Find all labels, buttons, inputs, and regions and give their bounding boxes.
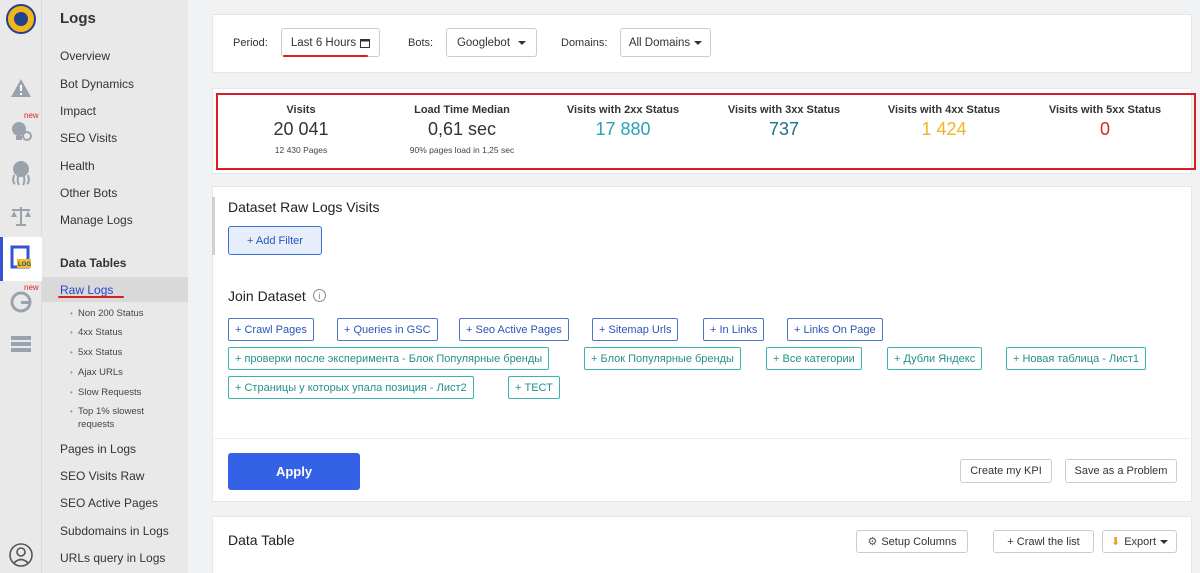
- bulb-gear-icon[interactable]: [0, 119, 42, 143]
- gear-icon: ⚙: [867, 536, 878, 548]
- join-tag-custom[interactable]: + проверки после эксперимента - Блок Поп…: [228, 347, 550, 370]
- join-tag-custom[interactable]: + Все категории: [766, 347, 862, 370]
- sidebar-item-other-bots[interactable]: Other Bots: [60, 186, 117, 200]
- octopus-icon[interactable]: [0, 160, 42, 186]
- kpi-highlight-box: Visits 20 041 12 430 Pages Load Time Med…: [216, 93, 1196, 170]
- sidebar-title: Logs: [60, 10, 96, 27]
- setup-columns-button[interactable]: ⚙ Setup Columns: [856, 530, 968, 553]
- kpi-title: Load Time Median: [414, 104, 510, 116]
- sidebar-subitem-ajax[interactable]: Ajax URLs: [70, 366, 123, 379]
- join-tag-custom[interactable]: + Страницы у которых упала позиция - Лис…: [228, 376, 474, 399]
- dataset-accent-bar: [212, 197, 215, 255]
- bots-label: Bots:: [408, 37, 434, 49]
- bots-select[interactable]: Googlebot: [446, 28, 537, 57]
- chevron-down-icon: [1160, 539, 1168, 544]
- join-dataset-title: Join Dataset: [228, 288, 306, 304]
- kpi-value: 0,61 sec: [427, 119, 497, 139]
- join-tag-custom[interactable]: + ТЕСТ: [508, 376, 560, 399]
- annotation-underline-period: [283, 55, 368, 57]
- kpi-value: 0: [1099, 119, 1110, 139]
- sidebar-item-seo-active-pages[interactable]: SEO Active Pages: [60, 496, 158, 510]
- apply-button[interactable]: Apply: [228, 453, 360, 490]
- app-logo-icon[interactable]: [0, 4, 42, 34]
- sidebar-item-health[interactable]: Health: [60, 159, 95, 173]
- kpi-value: 1 424: [921, 119, 967, 139]
- sidebar-item-pages-in-logs[interactable]: Pages in Logs: [60, 442, 136, 456]
- sidebar-item-overview[interactable]: Overview: [60, 49, 110, 63]
- join-tag-links-on-page[interactable]: + Links On Page: [787, 318, 883, 341]
- domains-value: All Domains: [628, 36, 691, 49]
- kpi-sub: 12 430 Pages: [274, 145, 328, 155]
- period-select[interactable]: Last 6 Hours: [281, 28, 380, 57]
- export-button[interactable]: ⬇ Export: [1102, 530, 1177, 553]
- period-label: Period:: [233, 37, 268, 49]
- sidebar-subitem-4xx[interactable]: 4xx Status: [70, 326, 122, 339]
- sidebar-subitem-slow[interactable]: Slow Requests: [70, 386, 141, 399]
- add-filter-button[interactable]: + Add Filter: [228, 226, 322, 255]
- sidebar-subitem-non-200[interactable]: Non 200 Status: [70, 307, 143, 320]
- kpi-title: Visits with 2xx Status: [566, 104, 680, 116]
- kpi-title: Visits with 4xx Status: [887, 104, 1001, 116]
- join-tag-custom[interactable]: + Блок Популярные бренды: [584, 347, 741, 370]
- info-icon[interactable]: i: [313, 289, 326, 302]
- join-tag-in-links[interactable]: + In Links: [703, 318, 765, 341]
- sidebar-subitem-5xx[interactable]: 5xx Status: [70, 346, 122, 359]
- kpi-value: 20 041: [273, 119, 329, 139]
- sidebar-item-impact[interactable]: Impact: [60, 104, 96, 118]
- sidebar-item-raw-logs[interactable]: Raw Logs: [60, 283, 113, 297]
- bots-value: Googlebot: [456, 36, 511, 49]
- chevron-down-icon: [518, 40, 527, 45]
- data-table-title: Data Table: [228, 532, 295, 548]
- join-tag-crawl-pages[interactable]: + Crawl Pages: [228, 318, 314, 341]
- join-tag-sitemap-urls[interactable]: + Sitemap Urls: [592, 318, 679, 341]
- icon-rail: new LOG new: [0, 0, 42, 573]
- sidebar-subitem-top-slowest[interactable]: Top 1% slowest requests: [70, 405, 158, 431]
- user-avatar-icon[interactable]: [0, 543, 42, 567]
- scales-icon[interactable]: [0, 205, 42, 227]
- sidebar-item-bot-dynamics[interactable]: Bot Dynamics: [60, 77, 134, 91]
- sidebar-item-subdomains[interactable]: Subdomains in Logs: [60, 524, 169, 538]
- logs-icon[interactable]: LOG: [0, 245, 42, 271]
- sidebar: Logs Overview Bot Dynamics Impact SEO Vi…: [42, 0, 188, 573]
- domains-select[interactable]: All Domains: [620, 28, 711, 57]
- kpi-sub: 90% pages load in 1,25 sec: [409, 145, 515, 155]
- sidebar-item-manage-logs[interactable]: Manage Logs: [60, 213, 133, 227]
- join-tag-queries-gsc[interactable]: + Queries in GSC: [337, 318, 438, 341]
- chevron-down-icon: [694, 40, 703, 45]
- dataset-title: Dataset Raw Logs Visits: [228, 199, 380, 215]
- sidebar-heading-data-tables: Data Tables: [60, 256, 127, 270]
- google-icon[interactable]: [0, 291, 42, 313]
- svg-text:LOG: LOG: [18, 262, 31, 268]
- create-kpi-button[interactable]: Create my KPI: [960, 459, 1052, 483]
- save-problem-button[interactable]: Save as a Problem: [1065, 459, 1177, 483]
- calendar-icon: [360, 38, 371, 48]
- kpi-title: Visits: [286, 104, 316, 116]
- sidebar-item-seo-visits[interactable]: SEO Visits: [60, 131, 117, 145]
- sidebar-item-seo-visits-raw[interactable]: SEO Visits Raw: [60, 469, 144, 483]
- sidebar-item-urls-query[interactable]: URLs query in Logs: [60, 551, 165, 565]
- domains-label: Domains:: [561, 37, 608, 49]
- divider: [213, 438, 1192, 439]
- kpi-title: Visits with 5xx Status: [1048, 104, 1162, 116]
- setup-columns-label: Setup Columns: [881, 535, 957, 548]
- annotation-underline: [58, 296, 124, 298]
- join-tag-custom[interactable]: + Новая таблица - Лист1: [1006, 347, 1147, 370]
- join-tag-custom[interactable]: + Дубли Яндекс: [887, 347, 983, 370]
- kpi-value: 17 880: [595, 119, 651, 139]
- download-icon: ⬇: [1110, 536, 1121, 548]
- kpi-value: 737: [768, 119, 800, 139]
- crawl-list-button[interactable]: + Crawl the list: [993, 530, 1094, 553]
- period-value: Last 6 Hours: [290, 36, 357, 49]
- join-tag-seo-active-pages[interactable]: + Seo Active Pages: [459, 318, 569, 341]
- export-label: Export: [1124, 535, 1156, 548]
- table-icon[interactable]: [0, 335, 42, 353]
- warning-icon[interactable]: [0, 78, 42, 98]
- kpi-title: Visits with 3xx Status: [727, 104, 841, 116]
